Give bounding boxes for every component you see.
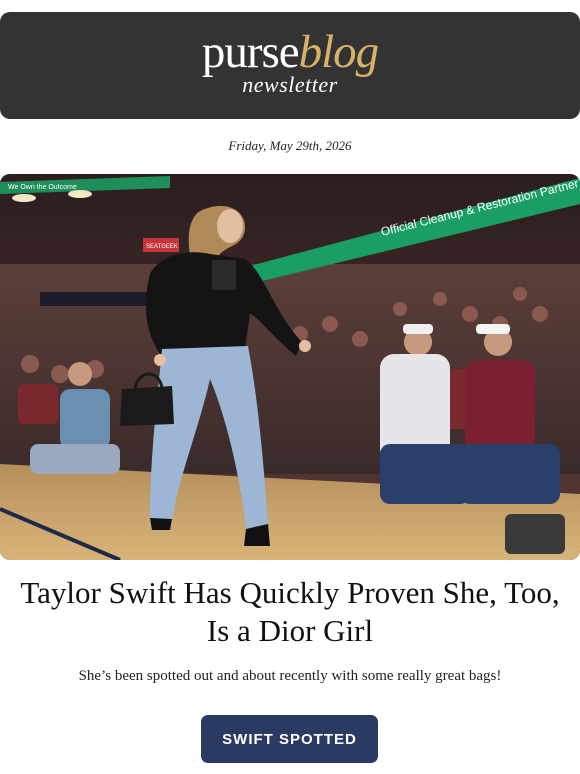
article-subtext: She’s been spotted out and about recentl… bbox=[78, 668, 502, 684]
swift-spotted-button[interactable]: SWIFT SPOTTED bbox=[201, 715, 378, 763]
purseblog-logo[interactable]: purseblog newsletter bbox=[0, 26, 580, 98]
banner-left-text: We Own the Outcome bbox=[8, 184, 77, 191]
newsletter-header: purseblog newsletter bbox=[0, 12, 580, 119]
seatgeek-sign: SEATGEEK bbox=[146, 244, 178, 250]
hero-image[interactable]: We Own the Outcome Official Cleanup & Re… bbox=[0, 174, 580, 560]
article-headline[interactable]: Taylor Swift Has Quickly Proven She, Too… bbox=[10, 574, 570, 650]
logo-newsletter-text: newsletter bbox=[242, 72, 338, 97]
logo-purse-text: purse bbox=[201, 26, 300, 78]
issue-date: Friday, May 29th, 2026 bbox=[228, 138, 352, 153]
logo-blog-text: blog bbox=[298, 26, 380, 78]
